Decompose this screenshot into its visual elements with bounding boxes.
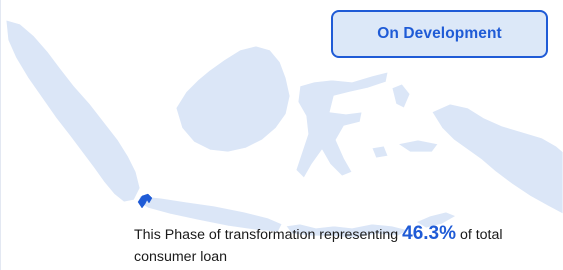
- map-region-maluku: [391, 83, 411, 109]
- status-badge-label: On Development: [377, 25, 502, 42]
- slide: On Development This Phase of transformat…: [0, 0, 563, 270]
- map-region-sumatra: [5, 19, 141, 203]
- caption: This Phase of transformation representin…: [134, 223, 559, 268]
- caption-percentage: 46.3%: [402, 223, 456, 244]
- map-region-kalimantan: [175, 45, 291, 153]
- map-region-seram: [397, 139, 439, 153]
- caption-text-before: This Phase of transformation representin…: [134, 227, 403, 243]
- map-region-buru: [371, 145, 389, 159]
- map-region-papua: [431, 103, 563, 215]
- map-region-sulawesi: [295, 71, 389, 179]
- status-badge: On Development: [331, 10, 548, 58]
